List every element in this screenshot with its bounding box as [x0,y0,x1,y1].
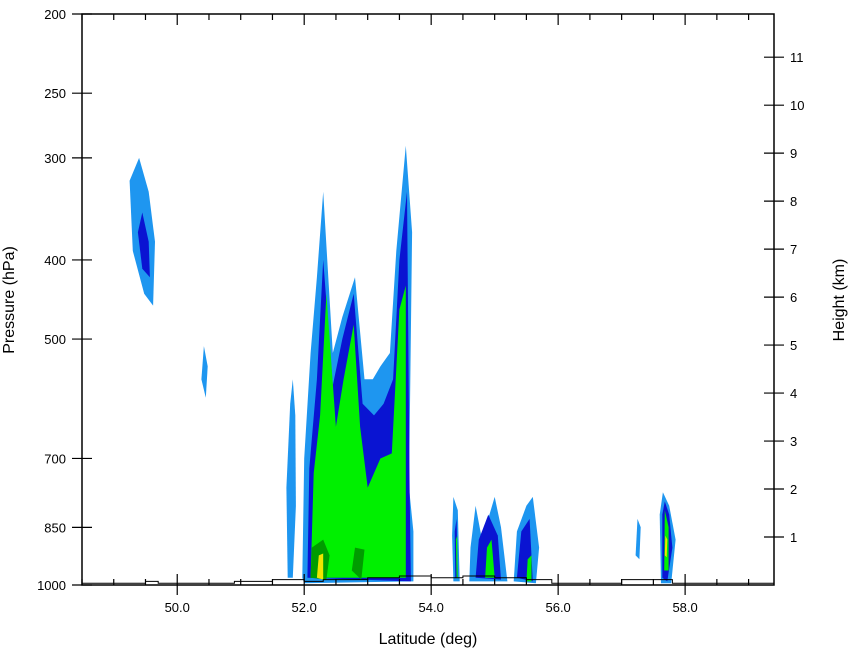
y-right-tick-label: 6 [790,290,797,305]
y-left-tick-label: 250 [44,86,66,101]
y-left-tick-label: 200 [44,7,66,22]
x-axis-title: Latitude (deg) [379,631,478,648]
x-tick-label: 50.0 [165,600,190,615]
x-tick-label: 56.0 [545,600,570,615]
y-left-tick-label: 500 [44,332,66,347]
y-left-tick-label: 300 [44,151,66,166]
y-right-tick-label: 4 [790,386,797,401]
y-right-tick-label: 11 [790,50,804,65]
x-tick-label: 52.0 [292,600,317,615]
y-left-axis-title: Pressure (hPa) [1,246,18,354]
y-right-tick-label: 9 [790,146,797,161]
chart-background [0,0,850,650]
y-right-tick-label: 8 [790,194,797,209]
x-tick-label: 58.0 [672,600,697,615]
y-right-axis-title: Height (km) [831,259,848,342]
y-right-tick-label: 2 [790,482,797,497]
y-right-tick-label: 3 [790,434,797,449]
y-left-tick-label: 1000 [37,578,66,593]
y-right-tick-label: 7 [790,242,797,257]
y-left-tick-label: 400 [44,253,66,268]
cross-section-chart: 50.0 52.0 54.0 56.0 58.0 200 250 300 400 500 700 8… [0,0,850,650]
y-right-tick-label: 5 [790,338,797,353]
y-left-tick-label: 700 [44,451,66,466]
y-left-tick-label: 850 [44,520,66,535]
y-right-tick-label: 10 [790,98,804,113]
x-tick-label: 54.0 [419,600,444,615]
y-right-tick-label: 1 [790,530,797,545]
